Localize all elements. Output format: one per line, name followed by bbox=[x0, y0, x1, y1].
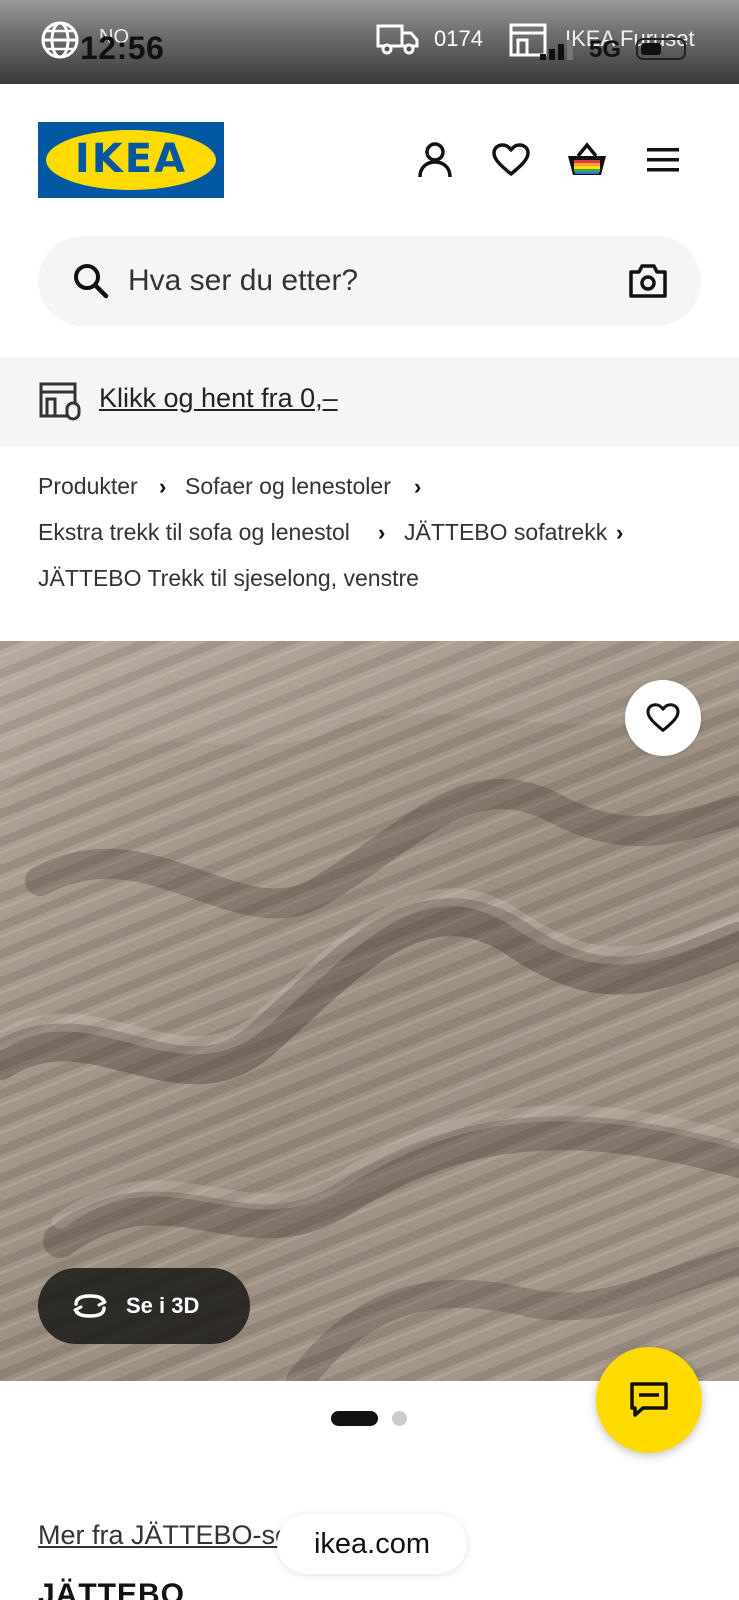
chat-button[interactable] bbox=[596, 1347, 702, 1453]
basket-icon[interactable] bbox=[563, 136, 611, 184]
network-type: 5G bbox=[589, 36, 622, 63]
view-in-3d-label: Se i 3D bbox=[126, 1293, 200, 1318]
ikea-logo[interactable]: IKEA bbox=[38, 122, 224, 198]
delivery-truck-icon[interactable] bbox=[376, 22, 420, 56]
signal-icon bbox=[540, 40, 573, 60]
add-to-favourites-button[interactable] bbox=[625, 680, 701, 756]
chevron-right-icon: › bbox=[159, 474, 167, 499]
chevron-right-icon: › bbox=[414, 474, 422, 499]
camera-icon[interactable] bbox=[628, 262, 668, 300]
carousel-dot[interactable] bbox=[392, 1411, 407, 1426]
search-bar[interactable] bbox=[38, 236, 701, 326]
search-input[interactable] bbox=[128, 256, 608, 306]
breadcrumb-item[interactable]: Ekstra trekk til sofa og lenestol bbox=[38, 519, 350, 546]
clock: 12:56 bbox=[80, 30, 165, 66]
user-icon[interactable] bbox=[411, 136, 459, 184]
chat-bubble-icon bbox=[630, 1382, 668, 1417]
battery-icon bbox=[636, 38, 686, 60]
heart-icon bbox=[646, 703, 680, 732]
postcode[interactable]: 0174 bbox=[434, 26, 483, 52]
view-in-3d-button[interactable]: Se i 3D bbox=[38, 1268, 250, 1344]
browser-url-bar[interactable]: ikea.com bbox=[277, 1514, 467, 1574]
carousel-dot-active[interactable] bbox=[331, 1411, 378, 1426]
logo-text: IKEA bbox=[74, 136, 188, 182]
product-name: JÄTTEBO bbox=[38, 1578, 186, 1600]
heart-icon[interactable] bbox=[487, 136, 535, 184]
status-bar: NO 12:56 0174 IKEA Furuset 5G bbox=[0, 0, 739, 84]
rotate-3d-icon bbox=[73, 1294, 107, 1318]
chevron-right-icon: › bbox=[616, 520, 624, 545]
chevron-right-icon: › bbox=[378, 520, 386, 545]
menu-icon[interactable] bbox=[639, 136, 687, 184]
breadcrumb-item[interactable]: Sofaer og lenestoler bbox=[185, 473, 391, 500]
breadcrumb-item[interactable]: Produkter bbox=[38, 473, 138, 500]
search-icon[interactable] bbox=[72, 262, 110, 300]
store-pickup-icon bbox=[39, 382, 81, 421]
click-collect-link[interactable]: Klikk og hent fra 0,– bbox=[99, 383, 338, 414]
breadcrumb-current: JÄTTEBO Trekk til sjeselong, venstre bbox=[38, 565, 419, 591]
url-text: ikea.com bbox=[313, 1527, 431, 1560]
globe-icon[interactable] bbox=[40, 20, 80, 60]
click-collect-banner: Klikk og hent fra 0,– bbox=[0, 357, 739, 447]
breadcrumb-item[interactable]: JÄTTEBO sofatrekk bbox=[404, 519, 607, 546]
